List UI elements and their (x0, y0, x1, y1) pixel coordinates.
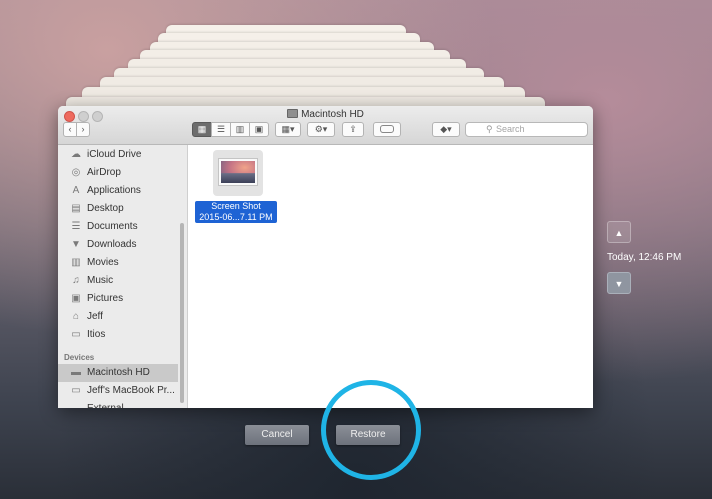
file-item-screenshot[interactable] (213, 150, 263, 196)
cover-flow-icon: ▣ (254, 124, 264, 134)
sidebar-item-label: Music (87, 275, 114, 286)
tag-icon (380, 125, 394, 133)
downloads-icon: ▼ (71, 239, 81, 250)
sidebar-item-downloads[interactable]: ▼ Downloads (58, 236, 178, 254)
cloud-icon: ☁ (71, 149, 81, 160)
chevron-down-icon: ▼ (614, 279, 624, 289)
sidebar-scrollbar[interactable] (180, 223, 184, 403)
forward-button[interactable]: › (76, 122, 90, 137)
dropbox-button[interactable]: ◆▾ (432, 122, 460, 137)
window-title: Macintosh HD (58, 109, 593, 120)
title-bar: Macintosh HD ‹ › ▦ ☰ ▥ ▣ ▦▾ ⚙▾ ⇪ ◆▾ ⚲ Se… (58, 106, 593, 145)
applications-icon: A (72, 185, 80, 196)
sidebar-item-label: Jeff's MacBook Pr... (87, 385, 175, 396)
chevron-right-icon: › (81, 124, 85, 134)
column-view-button[interactable]: ▥ (230, 122, 250, 137)
sidebar-item-label: Downloads (87, 239, 137, 250)
home-icon: ⌂ (72, 311, 80, 322)
list-view-icon: ☰ (216, 124, 226, 134)
sidebar-item-macintosh-hd[interactable]: ▬ Macintosh HD (58, 364, 178, 382)
file-browser-area[interactable]: Screen Shot 2015-06...7.11 PM (188, 145, 593, 408)
sidebar-item-label: Movies (87, 257, 119, 268)
sidebar-item-label: AirDrop (87, 167, 121, 178)
sidebar-item-jeff[interactable]: ⌂ Jeff (58, 308, 178, 326)
sidebar-item-external[interactable]: ▬ External (58, 400, 178, 408)
sidebar-item-airdrop[interactable]: ◎ AirDrop (58, 164, 178, 182)
sidebar-item-label: Desktop (87, 203, 124, 214)
file-name-label[interactable]: Screen Shot 2015-06...7.11 PM (195, 201, 277, 223)
sidebar-item-macbook[interactable]: ▭ Jeff's MacBook Pr... (58, 382, 178, 400)
timeline-up-button[interactable]: ▲ (607, 221, 631, 243)
laptop-icon: ▭ (71, 385, 81, 396)
search-field[interactable]: ⚲ Search (465, 122, 588, 137)
window-title-text: Macintosh HD (301, 109, 364, 120)
sidebar-item-pictures[interactable]: ▣ Pictures (58, 290, 178, 308)
sidebar-item-label: Jeff (87, 311, 103, 322)
file-name-line2: 2015-06...7.11 PM (199, 212, 273, 222)
sidebar: ☁ iCloud Drive ◎ AirDrop A Applications ▤ De… (58, 145, 188, 408)
sidebar-item-label: Macintosh HD (87, 367, 150, 378)
cancel-button[interactable]: Cancel (245, 425, 309, 445)
music-icon: ♫ (72, 275, 80, 286)
chevron-left-icon: ‹ (68, 124, 72, 134)
pictures-icon: ▣ (71, 293, 81, 304)
icon-view-button[interactable]: ▦ (192, 122, 212, 137)
icon-view-icon: ▦ (197, 124, 207, 134)
finder-window: Macintosh HD ‹ › ▦ ☰ ▥ ▣ ▦▾ ⚙▾ ⇪ ◆▾ ⚲ Se… (58, 106, 593, 408)
sidebar-item-itios[interactable]: ▭ Itios (58, 326, 178, 344)
sidebar-item-icloud-drive[interactable]: ☁ iCloud Drive (58, 146, 178, 164)
chevron-up-icon: ▲ (614, 228, 624, 238)
devices-heading: Devices (64, 353, 95, 362)
airdrop-icon: ◎ (71, 167, 81, 178)
back-button[interactable]: ‹ (63, 122, 77, 137)
image-preview-icon (221, 161, 255, 183)
sidebar-item-music[interactable]: ♫ Music (58, 272, 178, 290)
highlight-circle (321, 380, 421, 480)
hard-drive-icon (287, 109, 299, 118)
sidebar-item-label: Applications (87, 185, 141, 196)
sidebar-item-label: Pictures (87, 293, 124, 304)
file-thumbnail (218, 158, 258, 186)
arrange-icon: ▦▾ (281, 124, 295, 134)
sidebar-item-documents[interactable]: ☰ Documents (58, 218, 178, 236)
sidebar-item-label: Itios (87, 329, 106, 340)
timeline-down-button[interactable]: ▼ (607, 272, 631, 294)
hard-drive-icon: ▬ (71, 367, 81, 378)
sidebar-item-label: Documents (87, 221, 138, 232)
edit-tags-button[interactable] (373, 122, 401, 137)
sidebar-item-label: External (87, 400, 124, 408)
documents-icon: ☰ (71, 221, 81, 232)
column-view-icon: ▥ (235, 124, 245, 134)
sidebar-item-applications[interactable]: A Applications (58, 182, 178, 200)
file-name-line1: Screen Shot (211, 201, 261, 211)
share-icon: ⇪ (349, 124, 357, 134)
dropbox-icon: ◆▾ (440, 124, 452, 134)
movies-icon: ▥ (71, 257, 81, 268)
sidebar-item-label: iCloud Drive (87, 149, 142, 160)
arrange-button[interactable]: ▦▾ (275, 122, 301, 137)
sidebar-item-movies[interactable]: ▥ Movies (58, 254, 178, 272)
search-placeholder: Search (496, 124, 525, 134)
gear-icon: ⚙▾ (314, 124, 328, 134)
timestamp-label: Today, 12:46 PM (607, 252, 682, 263)
cover-flow-view-button[interactable]: ▣ (249, 122, 269, 137)
action-button[interactable]: ⚙▾ (307, 122, 335, 137)
desktop-icon: ▤ (71, 203, 81, 214)
list-view-button[interactable]: ☰ (211, 122, 231, 137)
search-icon: ⚲ (486, 124, 493, 134)
share-button[interactable]: ⇪ (342, 122, 364, 137)
external-drive-icon: ▬ (71, 404, 81, 409)
sidebar-item-desktop[interactable]: ▤ Desktop (58, 200, 178, 218)
folder-icon: ▭ (71, 329, 81, 340)
